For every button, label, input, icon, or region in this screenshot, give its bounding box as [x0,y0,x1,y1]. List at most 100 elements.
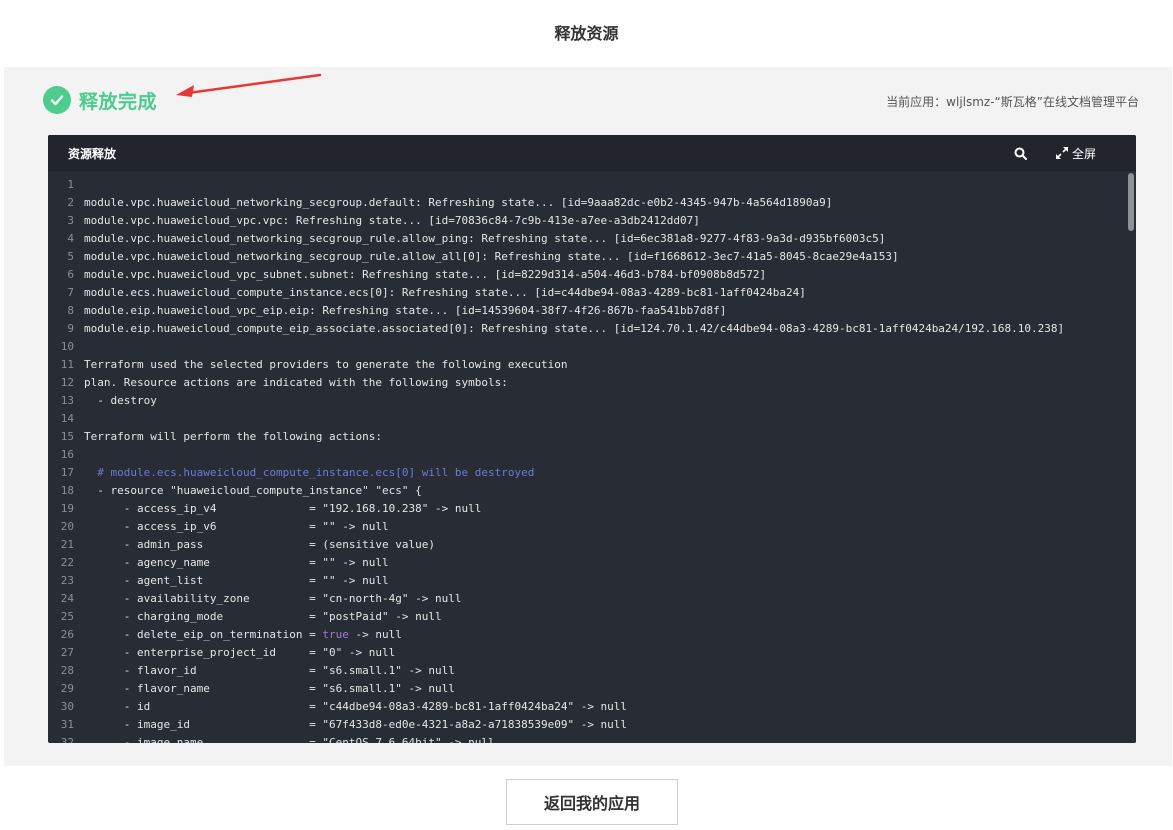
code-segment: -> null [348,628,402,641]
code-line: 6 module.vpc.huaweicloud_vpc_subnet.subne… [48,266,1136,284]
current-app-info: 当前应用：wljlsmz-“斯瓦格”在线文档管理平台 [886,95,1139,109]
code-line: 15 Terraform will perform the following a… [48,428,1136,446]
code-line: 24 - availability_zone = "cn-north-4g" -… [48,590,1136,608]
line-text: Terraform will perform the following act… [84,430,383,443]
line-text: plan. Resource actions are indicated wit… [84,376,508,389]
check-circle-icon [43,86,71,114]
line-text: - resource "huaweicloud_compute_instance… [84,484,422,497]
line-text: - destroy [84,394,157,407]
code-line: 8 module.eip.huaweicloud_vpc_eip.eip: Ref… [48,302,1136,320]
code-line: 19 - access_ip_v4 = "192.168.10.238" -> … [48,500,1136,518]
line-text: module.vpc.huaweicloud_networking_secgro… [84,196,833,209]
fullscreen-button[interactable]: 全屏 [1055,145,1096,162]
code-line: 32 - image_name = "CentOS 7.6 64bit" -> … [48,734,1136,743]
code-line: 1 [48,176,1136,194]
terminal-output[interactable]: 1 2 module.vpc.huaweicloud_networking_secg… [48,171,1136,743]
line-text: - agency_name = "" -> null [84,556,389,569]
line-number: 15 [60,430,74,443]
line-text [84,338,1136,356]
line-text: - charging_mode = "postPaid" -> null [84,610,442,623]
code-line: 28 - flavor_id = "s6.small.1" -> null [48,662,1136,680]
code-line: 3 module.vpc.huaweicloud_vpc.vpc: Refresh… [48,212,1136,230]
line-number: 9 [67,322,74,335]
release-panel: 释放完成 当前应用：wljlsmz-“斯瓦格”在线文档管理平台 资源释放 全屏 … [4,67,1172,766]
back-to-my-apps-button[interactable]: 返回我的应用 [506,779,678,825]
code-line: 27 - enterprise_project_id = "0" -> null [48,644,1136,662]
terminal-header: 资源释放 全屏 [48,135,1136,171]
code-line: 9 module.eip.huaweicloud_compute_eip_asso… [48,320,1136,338]
line-text: - access_ip_v6 = "" -> null [84,520,389,533]
line-text: - image_id = "67f433d8-ed0e-4321-a8a2-a7… [84,718,628,731]
line-text: module.vpc.huaweicloud_vpc_subnet.subnet… [84,268,767,281]
code-line: 14 [48,410,1136,428]
code-line: 26 - delete_eip_on_termination = true ->… [48,626,1136,644]
line-number: 17 [60,466,74,479]
terminal-title: 资源释放 [68,146,117,161]
line-number: 21 [60,538,74,551]
line-text: - admin_pass = (sensitive value) [84,538,435,551]
code-line: 4 module.vpc.huaweicloud_networking_secgr… [48,230,1136,248]
code-line: 17 # module.ecs.huaweicloud_compute_inst… [48,464,1136,482]
code-keyword: true [322,628,349,641]
release-status: 释放完成 [43,85,157,115]
line-text: - enterprise_project_id = "0" -> null [84,646,396,659]
line-number: 10 [60,340,74,353]
line-number: 11 [60,358,74,371]
line-number: 5 [67,250,74,263]
scrollbar-thumb[interactable] [1128,173,1134,231]
code-line: 22 - agency_name = "" -> null [48,554,1136,572]
line-number: 7 [67,286,74,299]
fullscreen-label: 全屏 [1071,146,1096,161]
code-line: 12 plan. Resource actions are indicated w… [48,374,1136,392]
line-number: 24 [60,592,74,605]
line-number: 27 [60,646,74,659]
line-text: Terraform used the selected providers to… [84,358,568,371]
terminal-console: 资源释放 全屏 1 2 module.vpc.huaweicloud_netwo… [48,135,1136,743]
line-number: 31 [60,718,74,731]
code-line: 5 module.vpc.huaweicloud_networking_secgr… [48,248,1136,266]
line-text [84,176,1136,194]
line-text: - agent_list = "" -> null [84,574,389,587]
search-icon[interactable] [1013,145,1029,161]
line-text: - delete_eip_on_termination = true -> nu… [84,626,1136,644]
line-number: 22 [60,556,74,569]
line-number: 28 [60,664,74,677]
line-text: - flavor_id = "s6.small.1" -> null [84,664,455,677]
line-number: 16 [60,448,74,461]
line-number: 23 [60,574,74,587]
code-line: 2 module.vpc.huaweicloud_networking_secgr… [48,194,1136,212]
line-text: # module.ecs.huaweicloud_compute_instanc… [84,466,535,479]
code-line: 7 module.ecs.huaweicloud_compute_instance… [48,284,1136,302]
line-number: 3 [67,214,74,227]
code-segment: - delete_eip_on_termination = [84,628,323,641]
line-text: module.eip.huaweicloud_vpc_eip.eip: Refr… [84,304,727,317]
line-text: - availability_zone = "cn-north-4g" -> n… [84,592,462,605]
red-arrow-annotation [176,73,322,97]
line-number: 6 [67,268,74,281]
line-number: 12 [60,376,74,389]
code-line: 13 - destroy [48,392,1136,410]
line-text: - flavor_name = "s6.small.1" -> null [84,682,455,695]
line-text [84,410,1136,428]
line-number: 2 [67,196,74,209]
code-line: 11 Terraform used the selected providers … [48,356,1136,374]
line-text [84,446,1136,464]
code-line: 30 - id = "c44dbe94-08a3-4289-bc81-1aff0… [48,698,1136,716]
line-number: 14 [60,412,74,425]
code-line: 23 - agent_list = "" -> null [48,572,1136,590]
terminal-scrollbar[interactable] [1126,171,1136,743]
line-number: 26 [60,628,74,641]
line-text: module.vpc.huaweicloud_networking_secgro… [84,232,886,245]
line-text: - id = "c44dbe94-08a3-4289-bc81-1aff0424… [84,700,628,713]
line-number: 32 [60,736,74,743]
line-number: 30 [60,700,74,713]
line-text: - access_ip_v4 = "192.168.10.238" -> nul… [84,502,482,515]
page-title: 释放资源 [554,24,619,43]
line-number: 1 [67,178,74,191]
code-line: 16 [48,446,1136,464]
line-text: module.eip.huaweicloud_compute_eip_assoc… [84,322,1065,335]
code-line: 25 - charging_mode = "postPaid" -> null [48,608,1136,626]
line-number: 29 [60,682,74,695]
line-text: module.ecs.huaweicloud_compute_instance.… [84,286,806,299]
expand-icon [1055,147,1068,159]
